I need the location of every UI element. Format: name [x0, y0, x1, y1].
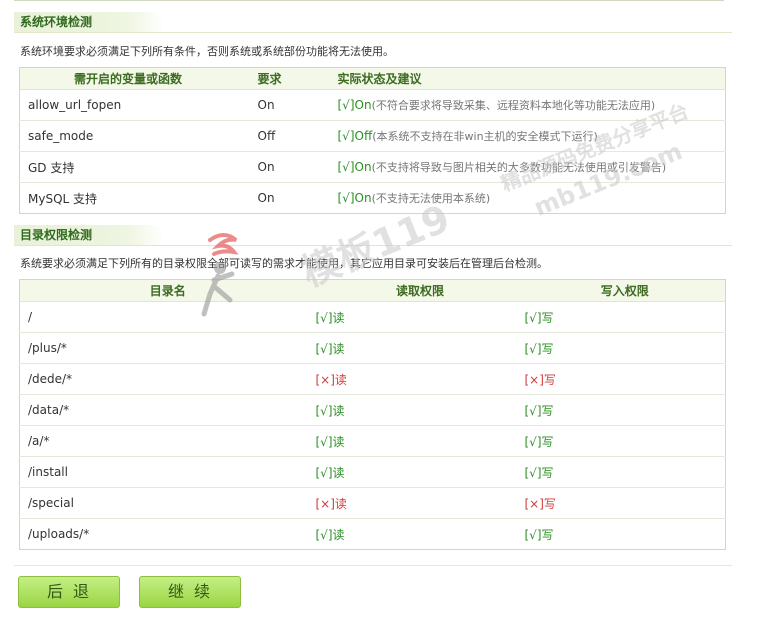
dir-write-status: [×]写 [524, 496, 556, 511]
dir-permission-table: 目录名 读取权限 写入权限 / [√]读 [√]写/plus/* [√]读 [√]写/d… [19, 279, 726, 550]
dir-name: /a/* [19, 425, 316, 457]
env-requirement: Off [257, 120, 316, 152]
env-variable-name: allow_url_fopen [19, 89, 258, 121]
dir-write-cell: [√]写 [524, 301, 726, 333]
dir-table-header-row: 目录名 读取权限 写入权限 [19, 279, 726, 302]
dir-read-cell: [√]读 [315, 518, 525, 550]
dir-section-note: 系统要求必须满足下列所有的目录权限全部可读写的需求才能使用，其它应用目录可安装后… [20, 257, 548, 270]
dir-read-cell: [×]读 [315, 363, 525, 395]
dir-read-status: [√]读 [315, 403, 345, 418]
dir-read-status: [√]读 [315, 341, 345, 356]
dir-write-status: [√]写 [524, 403, 554, 418]
dir-read-cell: [√]读 [315, 456, 525, 488]
env-status: [√]On [337, 98, 372, 112]
dir-read-cell: [√]读 [315, 332, 525, 364]
env-check-table: 需开启的变量或函数 要求 实际状态及建议 allow_url_fopen On [√… [19, 67, 726, 214]
dir-table-row: /a/* [√]读 [√]写 [19, 425, 726, 457]
top-divider [14, 0, 724, 1]
env-section-title: 系统环境检测 [14, 12, 164, 32]
dir-read-cell: [×]读 [315, 487, 525, 519]
dir-name: /install [19, 456, 316, 488]
env-table-row: safe_mode Off [√]Off(本系统不支持在非win主机的安全模式下运行… [19, 120, 726, 152]
env-hint: (不符合要求将导致采集、远程资料本地化等功能无法应用) [371, 99, 656, 112]
env-section-header: 系统环境检测 [14, 12, 732, 33]
dir-col-name: 目录名 [19, 279, 316, 302]
dir-write-cell: [√]写 [524, 332, 726, 364]
dir-read-status: [√]读 [315, 434, 345, 449]
env-status-cell: [√]On(不支持无法使用本系统) [315, 182, 726, 214]
env-status-cell: [√]On(不支持将导致与图片相关的大多数功能无法使用或引发警告) [315, 151, 726, 183]
dir-name: /uploads/* [19, 518, 316, 550]
dir-name: /plus/* [19, 332, 316, 364]
back-button[interactable]: 后退 [18, 576, 120, 608]
env-variable-name: MySQL 支持 [19, 182, 258, 214]
env-table-row: allow_url_fopen On [√]On(不符合要求将导致采集、远程资料本地… [19, 89, 726, 121]
dir-name: /data/* [19, 394, 316, 426]
dir-section-header: 目录权限检测 [14, 225, 732, 246]
env-hint: (本系统不支持在非win主机的安全模式下运行) [372, 130, 598, 143]
dir-write-status: [√]写 [524, 310, 554, 325]
dir-table-row: /uploads/* [√]读 [√]写 [19, 518, 726, 550]
env-status: [√]On [337, 160, 372, 174]
dir-table-row: /plus/* [√]读 [√]写 [19, 332, 726, 364]
dir-write-cell: [√]写 [524, 456, 726, 488]
env-status-cell: [√]Off(本系统不支持在非win主机的安全模式下运行) [315, 120, 726, 152]
dir-col-write: 写入权限 [524, 279, 726, 302]
dir-read-status: [×]读 [315, 496, 347, 511]
env-hint: (不支持将导致与图片相关的大多数功能无法使用或引发警告) [371, 161, 667, 174]
dir-table-row: /install [√]读 [√]写 [19, 456, 726, 488]
env-requirement: On [257, 151, 316, 183]
dir-write-status: [√]写 [524, 341, 554, 356]
dir-table-row: /special [×]读 [×]写 [19, 487, 726, 519]
dir-write-status: [√]写 [524, 465, 554, 480]
dir-write-cell: [×]写 [524, 487, 726, 519]
env-col-status: 实际状态及建议 [315, 67, 726, 90]
bottom-divider [14, 565, 732, 566]
dir-table-row: / [√]读 [√]写 [19, 301, 726, 333]
dir-read-status: [√]读 [315, 465, 345, 480]
dir-read-status: [√]读 [315, 310, 345, 325]
env-requirement: On [257, 89, 316, 121]
env-variable-name: GD 支持 [19, 151, 258, 183]
dir-read-cell: [√]读 [315, 301, 525, 333]
dir-write-cell: [×]写 [524, 363, 726, 395]
dir-write-status: [×]写 [524, 372, 556, 387]
dir-col-read: 读取权限 [315, 279, 525, 302]
env-section-note: 系统环境要求必须满足下列所有条件，否则系统或系统部份功能将无法使用。 [20, 45, 394, 58]
dir-table-row: /dede/* [×]读 [×]写 [19, 363, 726, 395]
env-col-requirement: 要求 [257, 67, 316, 90]
continue-button[interactable]: 继续 [139, 576, 241, 608]
dir-section-title: 目录权限检测 [14, 225, 164, 245]
dir-write-status: [√]写 [524, 527, 554, 542]
env-status: [√]Off [337, 129, 373, 143]
env-table-row: GD 支持 On [√]On(不支持将导致与图片相关的大多数功能无法使用或引发警告) [19, 151, 726, 183]
env-status-cell: [√]On(不符合要求将导致采集、远程资料本地化等功能无法应用) [315, 89, 726, 121]
dir-read-cell: [√]读 [315, 394, 525, 426]
env-requirement: On [257, 182, 316, 214]
dir-write-cell: [√]写 [524, 394, 726, 426]
runner-logo-icon [201, 233, 239, 317]
install-check-page: 系统环境检测 系统环境要求必须满足下列所有条件，否则系统或系统部份功能将无法使用… [0, 0, 758, 618]
dir-name: /special [19, 487, 316, 519]
env-table-row: MySQL 支持 On [√]On(不支持无法使用本系统) [19, 182, 726, 214]
dir-write-status: [√]写 [524, 434, 554, 449]
env-hint: (不支持无法使用本系统) [371, 192, 491, 205]
dir-write-cell: [√]写 [524, 425, 726, 457]
dir-read-cell: [√]读 [315, 425, 525, 457]
dir-name: / [19, 301, 316, 333]
dir-write-cell: [√]写 [524, 518, 726, 550]
dir-name: /dede/* [19, 363, 316, 395]
dir-read-status: [×]读 [315, 372, 347, 387]
env-col-variable: 需开启的变量或函数 [19, 67, 258, 90]
dir-table-row: /data/* [√]读 [√]写 [19, 394, 726, 426]
env-table-header-row: 需开启的变量或函数 要求 实际状态及建议 [19, 67, 726, 90]
env-status: [√]On [337, 191, 372, 205]
env-variable-name: safe_mode [19, 120, 258, 152]
dir-read-status: [√]读 [315, 527, 345, 542]
